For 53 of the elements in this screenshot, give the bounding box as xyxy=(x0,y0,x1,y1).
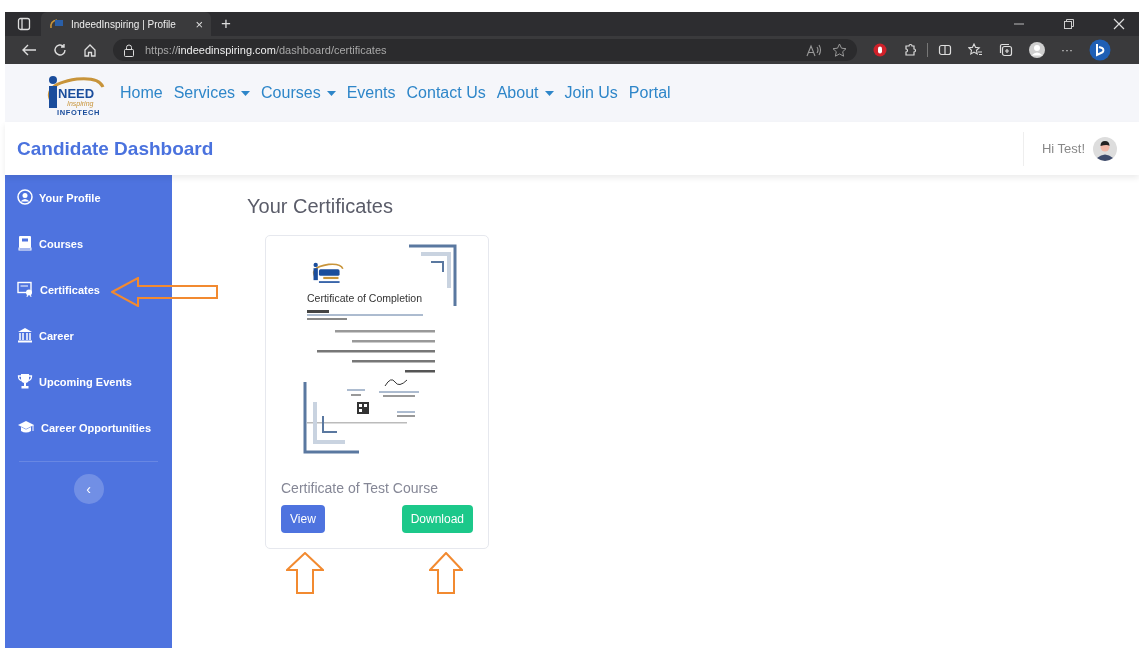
certificate-heading: Certificate of Completion xyxy=(307,292,423,304)
nav-link[interactable]: Services xyxy=(173,84,251,102)
puzzle-icon[interactable] xyxy=(903,43,917,57)
sidebar-item[interactable]: Courses xyxy=(5,235,172,281)
nav-link[interactable]: About xyxy=(496,84,554,102)
split-screen-icon[interactable] xyxy=(938,43,952,57)
address-bar[interactable]: https://indeedinspiring.com/dashboard/certificates xyxy=(113,39,857,61)
read-aloud-icon[interactable] xyxy=(806,43,822,57)
collapse-sidebar-button[interactable]: ‹ xyxy=(73,474,104,504)
user-greeting[interactable]: Hi Test! xyxy=(1041,141,1085,156)
certificate-preview[interactable]: Certificate of Completion xyxy=(275,240,481,462)
sidebar-item[interactable]: Upcoming Events xyxy=(5,373,172,419)
arrow-annotation xyxy=(286,552,324,594)
nav-link[interactable]: Courses xyxy=(261,84,336,102)
new-tab-button[interactable]: + xyxy=(221,14,231,34)
corner-ornament xyxy=(303,382,359,454)
nav-link[interactable]: Home xyxy=(120,84,163,102)
view-button[interactable]: View xyxy=(281,505,325,533)
book-icon xyxy=(17,235,33,251)
nav-link[interactable]: Portal xyxy=(628,84,671,102)
home-icon[interactable] xyxy=(83,43,97,57)
favorites-icon[interactable] xyxy=(968,43,983,57)
page-title: Your Certificates xyxy=(247,195,394,218)
refresh-icon[interactable] xyxy=(53,43,67,57)
chat-icon[interactable] xyxy=(1089,39,1111,61)
sidebar-item[interactable]: Your Profile xyxy=(5,189,172,235)
sidebar-item[interactable]: Career Opportunities xyxy=(5,419,172,465)
nav-link[interactable]: Events xyxy=(346,84,396,102)
nav-link[interactable]: Join Us xyxy=(564,84,618,102)
collections-icon[interactable] xyxy=(999,43,1013,57)
sidebar-item[interactable]: Career xyxy=(5,327,172,373)
user-circle-icon xyxy=(17,189,33,205)
star-icon[interactable] xyxy=(832,43,847,57)
site-icon xyxy=(49,18,65,30)
browser-tab[interactable]: IndeedInspiring | Profile × xyxy=(41,12,211,36)
dashboard-title: Candidate Dashboard xyxy=(17,137,214,160)
building-icon xyxy=(17,327,33,343)
back-icon[interactable] xyxy=(21,43,37,57)
arrow-annotation xyxy=(429,552,463,594)
avatar-icon[interactable] xyxy=(1093,136,1117,161)
tabs-icon[interactable] xyxy=(17,17,31,31)
sidebar-item[interactable]: Certificates xyxy=(5,281,172,327)
close-icon[interactable] xyxy=(1113,18,1125,30)
graduation-cap-icon xyxy=(17,419,35,435)
certificate-title: Certificate of Test Course xyxy=(281,480,439,496)
certificate-icon xyxy=(17,281,34,297)
url-text: https://indeedinspiring.com/dashboard/certificates xyxy=(145,44,387,56)
lock-icon xyxy=(123,43,135,57)
profile-icon[interactable] xyxy=(1029,42,1045,58)
more-button[interactable]: ··· xyxy=(1061,43,1073,57)
restore-icon[interactable] xyxy=(1063,18,1075,30)
nav-link[interactable]: Contact Us xyxy=(406,84,486,102)
trophy-icon xyxy=(17,373,33,389)
